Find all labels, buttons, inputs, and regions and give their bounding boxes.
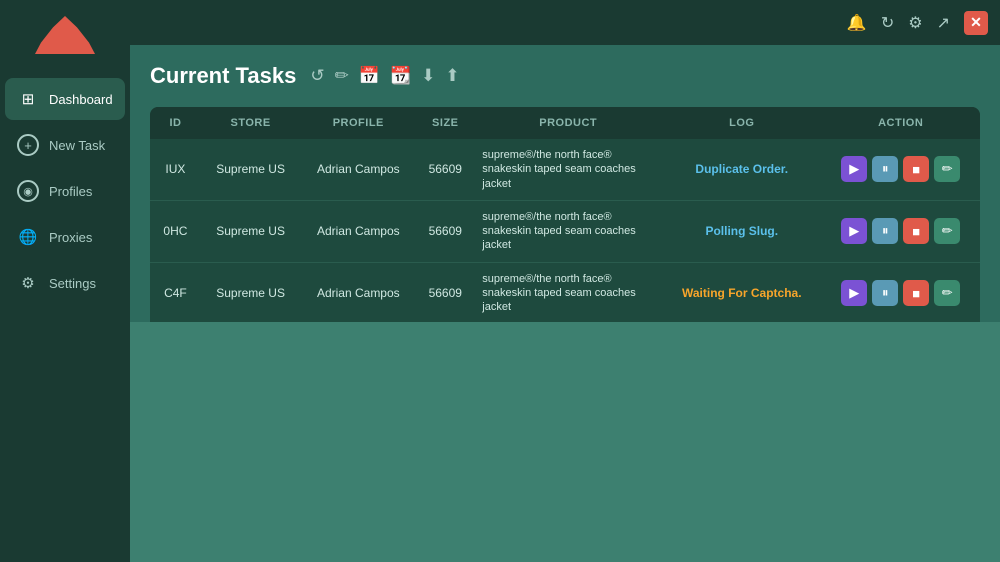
- col-product: PRODUCT: [474, 107, 662, 139]
- edit-button[interactable]: ✏: [934, 156, 960, 182]
- grid-icon: ⊞: [17, 88, 39, 110]
- play-button[interactable]: ▶: [841, 280, 867, 306]
- cell-log: Duplicate Order.: [662, 139, 821, 200]
- cell-store: Supreme US: [201, 200, 300, 262]
- action-buttons: ▶ ⏸ ■ ✏: [829, 218, 972, 244]
- action-buttons: ▶ ⏸ ■ ✏: [829, 280, 972, 306]
- cell-size: 56609: [416, 139, 474, 200]
- person-circle-icon: ◉: [17, 180, 39, 202]
- col-profile: PROFILE: [300, 107, 416, 139]
- topbar: 🔔 ↻ ⚙ ↗ ✕: [130, 0, 1000, 45]
- cell-store: Supreme US: [201, 139, 300, 200]
- cell-actions: ▶ ⏸ ■ ✏: [821, 200, 980, 262]
- settings-icon[interactable]: ⚙: [908, 13, 922, 33]
- page-header: Current Tasks ↺ ✏ 📅 📆 ⬇ ⬆: [150, 63, 980, 89]
- cell-product: supreme®/the north face® snakeskin taped…: [474, 200, 662, 262]
- sidebar-item-dashboard[interactable]: ⊞ Dashboard: [5, 78, 125, 120]
- sidebar-item-new-task[interactable]: + New Task: [5, 124, 125, 166]
- sidebar-item-settings[interactable]: ⚙ Settings: [5, 262, 125, 304]
- sidebar-item-label: Settings: [49, 276, 96, 291]
- cell-log: Waiting For Captcha.: [662, 262, 821, 321]
- edit-button[interactable]: ✏: [934, 218, 960, 244]
- sidebar: ⊞ Dashboard + New Task ◉ Profiles 🌐 Prox…: [0, 0, 130, 562]
- arrow-out-icon[interactable]: ↗: [937, 13, 950, 33]
- sidebar-item-label: Dashboard: [49, 92, 113, 107]
- cell-log: Polling Slug.: [662, 200, 821, 262]
- action-buttons: ▶ ⏸ ■ ✏: [829, 156, 972, 182]
- table-header-row: ID STORE PROFILE SIZE PRODUCT LOG ACTION: [150, 107, 980, 139]
- page-title: Current Tasks: [150, 63, 296, 89]
- cell-profile: Adrian Campos: [300, 200, 416, 262]
- stop-button[interactable]: ■: [903, 156, 929, 182]
- calendar-start-icon[interactable]: 📅: [359, 66, 380, 86]
- cell-profile: Adrian Campos: [300, 139, 416, 200]
- upload-icon[interactable]: ⬆: [445, 66, 459, 86]
- play-button[interactable]: ▶: [841, 218, 867, 244]
- cell-product: supreme®/the north face® snakeskin taped…: [474, 262, 662, 321]
- sidebar-item-label: Profiles: [49, 184, 92, 199]
- play-button[interactable]: ▶: [841, 156, 867, 182]
- main-area: 🔔 ↻ ⚙ ↗ ✕ Current Tasks ↺ ✏ 📅 📆 ⬇ ⬆ I: [130, 0, 1000, 562]
- col-log: LOG: [662, 107, 821, 139]
- table-row: 0HC Supreme US Adrian Campos 56609 supre…: [150, 200, 980, 262]
- header-actions: ↺ ✏ 📅 📆 ⬇ ⬆: [310, 66, 459, 86]
- stop-button[interactable]: ■: [903, 280, 929, 306]
- cell-size: 56609: [416, 200, 474, 262]
- pause-button[interactable]: ⏸: [872, 218, 898, 244]
- sidebar-item-proxies[interactable]: 🌐 Proxies: [5, 216, 125, 258]
- content-area: Current Tasks ↺ ✏ 📅 📆 ⬇ ⬆ ID STORE PROFI…: [130, 45, 1000, 322]
- cell-id: 0HC: [150, 200, 201, 262]
- cell-actions: ▶ ⏸ ■ ✏: [821, 262, 980, 321]
- sidebar-item-profiles[interactable]: ◉ Profiles: [5, 170, 125, 212]
- stop-button[interactable]: ■: [903, 218, 929, 244]
- calendar-end-icon[interactable]: 📆: [390, 66, 411, 86]
- tasks-table: ID STORE PROFILE SIZE PRODUCT LOG ACTION…: [150, 107, 980, 322]
- bottom-area: [130, 322, 1000, 562]
- col-store: STORE: [201, 107, 300, 139]
- cell-profile: Adrian Campos: [300, 262, 416, 321]
- globe-icon: 🌐: [17, 226, 39, 248]
- refresh-icon[interactable]: ↻: [881, 13, 894, 33]
- table-row: C4F Supreme US Adrian Campos 56609 supre…: [150, 262, 980, 321]
- pause-button[interactable]: ⏸: [872, 156, 898, 182]
- app-logo: [30, 10, 100, 60]
- cell-size: 56609: [416, 262, 474, 321]
- rotate-icon[interactable]: ↺: [310, 66, 324, 86]
- plus-circle-icon: +: [17, 134, 39, 156]
- cell-id: IUX: [150, 139, 201, 200]
- col-size: SIZE: [416, 107, 474, 139]
- edit-button[interactable]: ✏: [934, 280, 960, 306]
- cell-id: C4F: [150, 262, 201, 321]
- tasks-table-container: ID STORE PROFILE SIZE PRODUCT LOG ACTION…: [150, 107, 980, 322]
- sidebar-item-label: New Task: [49, 138, 105, 153]
- col-id: ID: [150, 107, 201, 139]
- download-icon[interactable]: ⬇: [421, 66, 435, 86]
- table-row: IUX Supreme US Adrian Campos 56609 supre…: [150, 139, 980, 200]
- cell-actions: ▶ ⏸ ■ ✏: [821, 139, 980, 200]
- bell-icon[interactable]: 🔔: [847, 13, 867, 33]
- pause-button[interactable]: ⏸: [872, 280, 898, 306]
- col-action: ACTION: [821, 107, 980, 139]
- edit-icon[interactable]: ✏: [335, 66, 349, 86]
- cell-product: supreme®/the north face® snakeskin taped…: [474, 139, 662, 200]
- sidebar-item-label: Proxies: [49, 230, 92, 245]
- close-button[interactable]: ✕: [964, 11, 988, 35]
- gear-icon: ⚙: [17, 272, 39, 294]
- logo-icon: [35, 16, 95, 54]
- cell-store: Supreme US: [201, 262, 300, 321]
